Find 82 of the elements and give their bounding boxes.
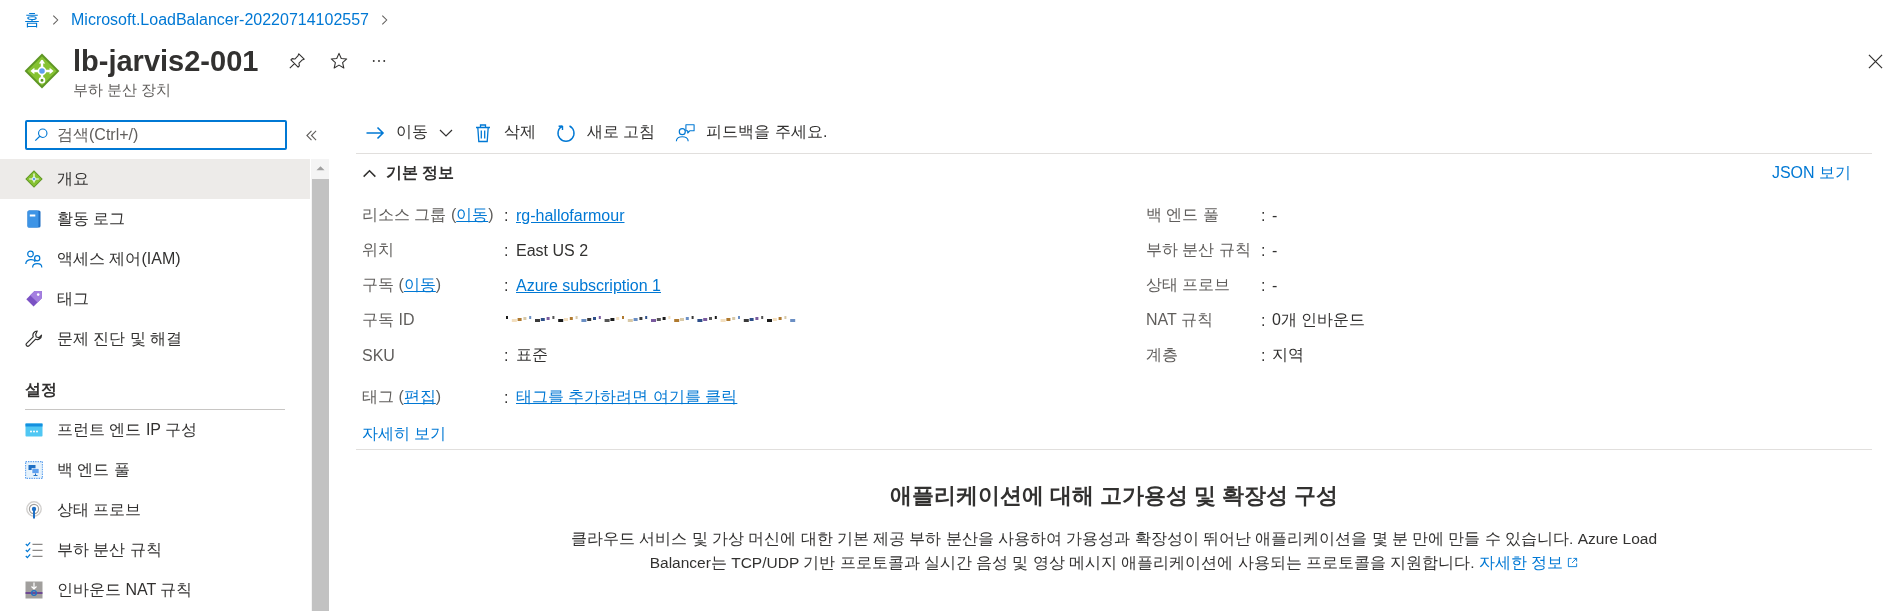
sidebar-item[interactable]: 상태 프로브 <box>0 490 310 530</box>
trash-icon <box>473 122 493 143</box>
search-icon <box>34 128 48 142</box>
close-icon[interactable] <box>1868 54 1883 69</box>
promo-heading: 애플리케이션에 대해 고가용성 및 확장성 구성 <box>888 483 1340 509</box>
field-label: 위치 <box>362 240 395 260</box>
field-label: 리소스 그룹 (이동) <box>362 205 495 225</box>
sidebar-item[interactable]: 부하 분산 규칙 <box>0 530 310 570</box>
field-label: 부하 분산 규칙 <box>1146 240 1252 260</box>
sidebar-item[interactable]: 활동 로그 <box>0 199 310 239</box>
field-separator: : <box>1261 311 1266 329</box>
value-link[interactable]: 태그를 추가하려면 여기를 클릭 <box>516 387 738 408</box>
external-link-icon <box>1567 557 1579 568</box>
collapse-icon[interactable] <box>305 129 318 141</box>
page-subtitle: 부하 분산 장치 <box>73 80 173 100</box>
sidebar-item[interactable]: 액세스 제어(IAM) <box>0 239 310 279</box>
section-heading: 설정 <box>25 359 285 410</box>
inline-link[interactable]: 이동 <box>456 206 489 223</box>
inline-link[interactable]: 편집 <box>403 388 436 405</box>
sidebar-item[interactable]: 인바운드 NAT 규칙 <box>0 570 310 610</box>
field-label: 계층 <box>1146 345 1179 365</box>
move-button[interactable]: 이동 <box>357 114 461 151</box>
field-value: 0개 인바운드 <box>1272 310 1366 330</box>
page-title: lb-jarvis2-001 <box>73 44 259 79</box>
value-link[interactable]: rg-hallofarmour <box>516 206 625 225</box>
search-field[interactable]: 검색(Ctrl+/) <box>25 120 287 150</box>
sidebar-item[interactable]: 백 엔드 풀 <box>0 450 310 490</box>
field-separator: : <box>504 388 509 406</box>
field-separator: : <box>1261 241 1266 259</box>
field-label: 상태 프로브 <box>1146 275 1232 295</box>
promo-description: 클라우드 서비스 및 가상 머신에 대한 기본 제공 부하 분산을 사용하여 가용성과 확장성이 뛰어난 애플리케이션을 몇 분 만에 만들 수 있습니다. Azure Load Balancer는 TCP/UDP 기반 프로토콜과 실시간 음성 및 영상 메시지 애플리케이션에 사용되는 프로토콜을 지원합니다. 자세한 정보 <box>570 529 1658 573</box>
see-more-link[interactable]: 자세히 보기 <box>362 425 447 442</box>
chevron-right-icon <box>52 14 59 26</box>
diamond-icon <box>25 170 43 188</box>
breadcrumb-link[interactable]: 홈 <box>24 9 40 31</box>
field-value: East US 2 <box>516 241 589 260</box>
star-icon[interactable] <box>330 52 349 70</box>
refresh-button[interactable]: 새로 고침 <box>548 114 664 151</box>
breadcrumb-link[interactable]: Microsoft.LoadBalancer-20220714102557 <box>71 9 369 31</box>
field-separator: : <box>1261 346 1266 364</box>
refresh-icon <box>556 122 576 143</box>
feedback-button[interactable]: 피드백을 주세요. <box>667 114 836 151</box>
field-value: - <box>1272 276 1278 295</box>
field-label: NAT 규칙 <box>1146 310 1214 330</box>
monitors-icon <box>25 461 43 479</box>
essentials-toggle[interactable]: 기본 정보 <box>362 162 455 184</box>
pin-icon[interactable] <box>288 52 307 70</box>
field-value: 표준 <box>516 345 548 365</box>
checklist-icon <box>25 541 43 559</box>
field-separator: : <box>504 276 509 294</box>
field-label: 백 엔드 풀 <box>1146 205 1220 225</box>
inline-link[interactable]: 이동 <box>403 276 436 293</box>
field-separator: : <box>504 241 509 259</box>
field-separator: : <box>1261 206 1266 224</box>
learn-more-link[interactable]: 자세한 정보 <box>1478 554 1579 571</box>
more-icon[interactable] <box>372 59 387 63</box>
people-icon <box>25 250 43 268</box>
field-label: 구독 (이동) <box>362 275 443 295</box>
wrench-icon <box>25 330 43 348</box>
field-value: - <box>1272 206 1278 225</box>
field-separator: : <box>1261 276 1266 294</box>
window-dots-icon <box>25 421 43 439</box>
field-label: 구독 ID <box>362 310 416 330</box>
field-separator: : <box>504 346 509 364</box>
field-label: 태그 (편집) <box>362 387 443 407</box>
person-speech-bubble-icon <box>675 122 696 143</box>
diamond-icon <box>24 53 60 89</box>
sidebar-item[interactable]: 문제 진단 및 해결 <box>0 319 310 359</box>
tag-icon <box>25 290 43 308</box>
field-value: 지역 <box>1272 345 1304 365</box>
field-value: - <box>1272 241 1278 260</box>
sidebar-item[interactable]: 개요 <box>0 159 310 199</box>
book-icon <box>25 210 43 228</box>
antenna-icon <box>25 501 43 519</box>
field-label: SKU <box>362 346 396 365</box>
chevron-right-icon <box>381 14 388 26</box>
field-separator: : <box>504 206 509 224</box>
value-link[interactable]: Azure subscription 1 <box>516 276 661 295</box>
delete-button[interactable]: 삭제 <box>465 114 544 151</box>
sidebar-item[interactable]: 프런트 엔드 IP 구성 <box>0 410 310 450</box>
sidebar-item[interactable]: 태그 <box>0 279 310 319</box>
json-view-link[interactable]: JSON 보기 <box>1771 162 1851 184</box>
